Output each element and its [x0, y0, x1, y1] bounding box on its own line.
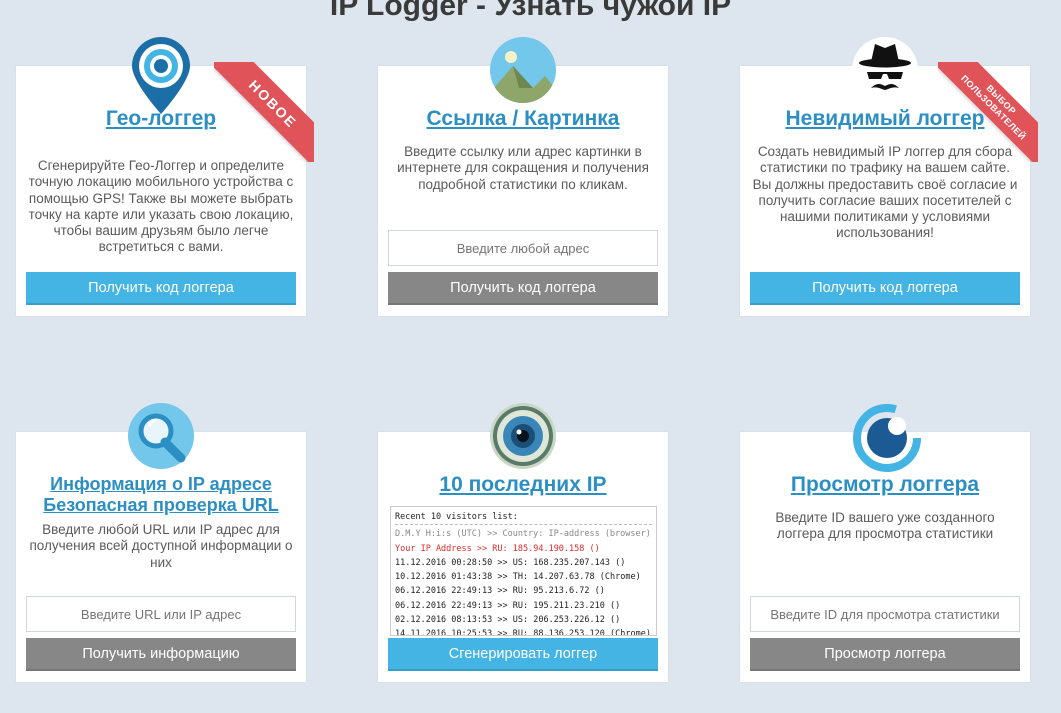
card-invisible-logger: ВЫБОР ПОЛЬЗОВАТЕЛЕЙ Невидимый логгер Соз…: [740, 37, 1038, 316]
visitor-country: TH: [512, 572, 523, 583]
visitor-time: 06.12.2016 22:49:13: [395, 586, 493, 597]
card-link-image: Ссылка / Картинка Введите ссылку или адр…: [378, 37, 668, 316]
landscape-picture-icon: [489, 36, 557, 104]
visitor-row: 06.12.2016 22:49:13 >> RU: 195.211.23.21…: [395, 600, 621, 611]
generate-logger-button[interactable]: Сгенерировать логгер: [388, 638, 658, 671]
geo-logger-description: Сгенерируйте Гео-Логгер и определите точ…: [28, 158, 294, 255]
visitor-time: 06.12.2016 22:49:13: [395, 600, 493, 611]
visitor-country: RU: [512, 600, 523, 611]
visitor-row: 14.11.2016 10:25:53 >> RU: 88.136.253.12…: [395, 627, 652, 636]
visitor-browser: (): [610, 600, 621, 611]
visitor-ip: 185.94.190.158: [512, 543, 585, 554]
visitor-ip: 168.235.207.143: [533, 557, 610, 568]
geo-get-code-button[interactable]: Получить код логгера: [26, 272, 296, 305]
last-10-ips-title[interactable]: 10 последних IP: [378, 474, 668, 496]
invisible-logger-description: Создать невидимый IP логгер для сбора ст…: [752, 144, 1018, 241]
visitor-country: RU: [512, 586, 523, 597]
link-address-input[interactable]: [388, 230, 658, 266]
ip-info-description: Введите любой URL или IP адрес для получ…: [29, 522, 293, 570]
view-logger-button[interactable]: Просмотр логгера: [750, 638, 1020, 671]
visitor-ip: 206.253.226.12: [533, 615, 605, 626]
url-or-ip-input[interactable]: [26, 596, 296, 632]
location-pin-icon: [126, 36, 196, 116]
visitor-time: 11.12.2016 00:28:50: [395, 557, 493, 568]
visitor-country: RU: [512, 629, 523, 636]
recent-visitors-columns: D.M.Y H:i:s (UTC) >> Country: IP-address…: [395, 529, 651, 540]
get-info-button[interactable]: Получить информацию: [26, 638, 296, 671]
magnifier-icon: [127, 402, 195, 470]
view-logger-title[interactable]: Просмотр логгера: [740, 474, 1030, 496]
link-get-code-button[interactable]: Получить код логгера: [388, 272, 658, 305]
recent-visitors-rows: Your IP Address >> RU: 185.94.190.158 ()…: [395, 542, 652, 636]
logger-id-input[interactable]: [750, 596, 1020, 632]
visitor-browser: (): [615, 557, 626, 568]
visitor-country: RU: [492, 543, 503, 554]
card-ip-info: Информация о IP адресе Безопасная провер…: [16, 403, 306, 682]
visitor-country: US: [512, 557, 523, 568]
visitor-browser: (Chrome): [599, 572, 641, 583]
spy-hat-icon: [851, 36, 919, 104]
invisible-logger-title[interactable]: Невидимый логгер: [740, 108, 1030, 130]
geo-logger-title[interactable]: Гео-логгер: [16, 108, 306, 130]
card-last-10-ips: 10 последних IP Recent 10 visitors list:…: [378, 403, 668, 682]
visitor-row: Your IP Address >> RU: 185.94.190.158 (): [395, 543, 600, 554]
ip-info-title[interactable]: Информация о IP адресе Безопасная провер…: [16, 474, 306, 516]
logger-ring-icon: [851, 402, 921, 472]
invisible-get-code-button[interactable]: Получить код логгера: [750, 272, 1020, 305]
visitor-ip: 195.211.23.210: [533, 600, 605, 611]
visitor-row: 02.12.2016 08:13:53 >> US: 206.253.226.1…: [395, 615, 621, 626]
visitor-row: 10.12.2016 01:43:38 >> TH: 14.207.63.78 …: [395, 572, 641, 583]
visitor-ip: 14.207.63.78: [533, 572, 595, 583]
visitor-browser: (): [594, 586, 605, 597]
visitor-country: US: [512, 615, 523, 626]
visitor-browser: (): [589, 543, 600, 554]
visitor-browser: (): [610, 615, 621, 626]
card-view-logger: Просмотр логгера Введите ID вашего уже с…: [740, 404, 1030, 682]
visitor-row: 06.12.2016 22:49:13 >> RU: 95.213.6.72 (…: [395, 586, 605, 597]
link-image-title[interactable]: Ссылка / Картинка: [378, 108, 668, 130]
visitor-ip: 88.136.253.120: [533, 629, 605, 636]
visitor-row: 11.12.2016 00:28:50 >> US: 168.235.207.1…: [395, 557, 626, 568]
visitor-time: 10.12.2016 01:43:38: [395, 572, 493, 583]
card-geo-logger: НОВОЕ Гео-логгер Сгенерируйте Гео-Логгер…: [16, 37, 314, 316]
visitor-time: 14.11.2016 10:25:53: [395, 629, 493, 636]
recent-visitors-header: Recent 10 visitors list:: [395, 510, 652, 526]
visitor-browser: (Chrome): [610, 629, 651, 636]
visitor-time: Your IP Address: [395, 543, 477, 554]
view-logger-description: Введите ID вашего уже созданного логгера…: [775, 510, 995, 542]
visitor-ip: 95.213.6.72: [533, 586, 590, 597]
page-title: IP Logger - Узнать чужой IP: [329, 0, 732, 22]
link-image-description: Введите ссылку или адрес картинки в инте…: [397, 144, 649, 192]
visitor-time: 02.12.2016 08:13:53: [395, 615, 493, 626]
recent-visitors-list: Recent 10 visitors list: D.M.Y H:i:s (UT…: [390, 506, 657, 636]
eye-globe-icon: [489, 402, 557, 470]
